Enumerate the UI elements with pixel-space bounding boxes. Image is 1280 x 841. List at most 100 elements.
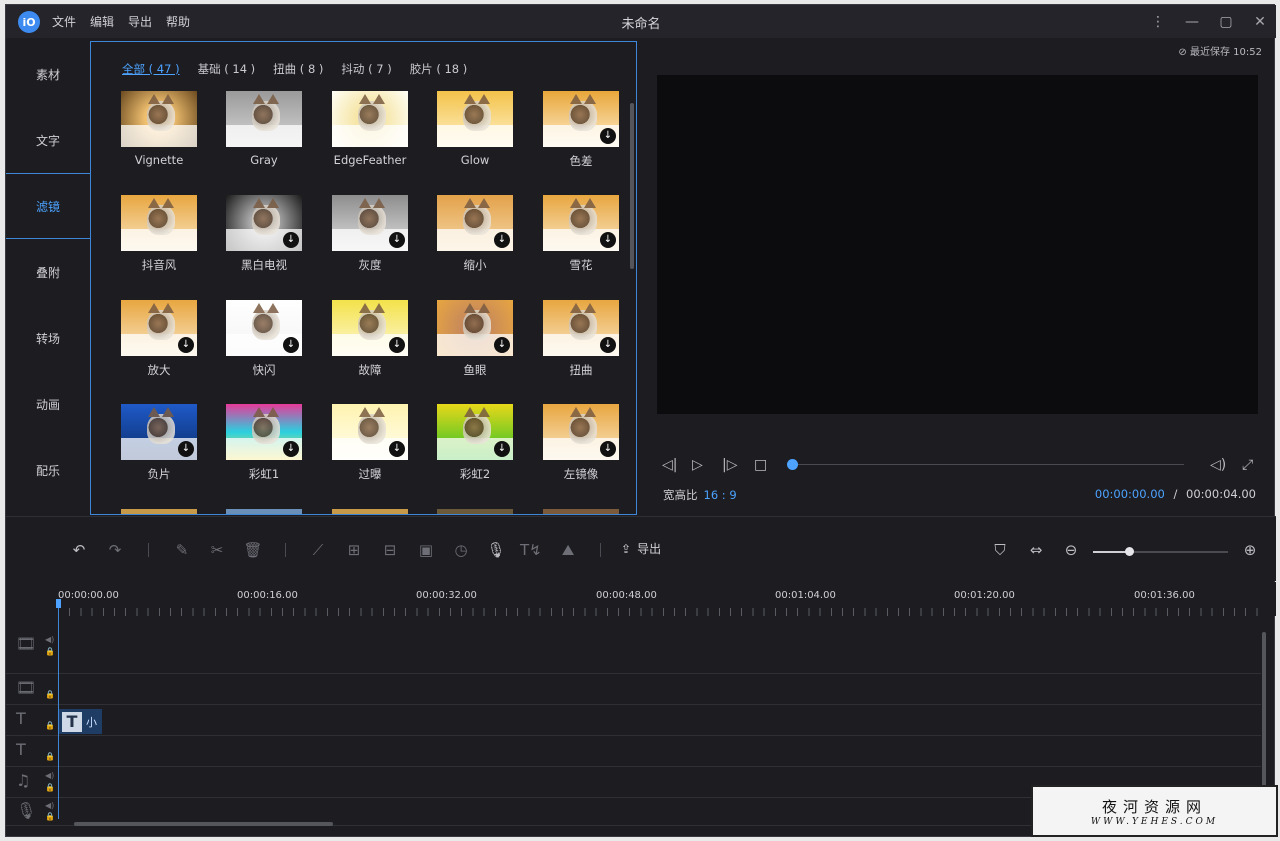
crop-icon[interactable]: ⟋ <box>308 541 328 559</box>
next-frame-icon[interactable]: |▷ <box>722 455 737 475</box>
filter-item[interactable]: ↓ 负片 <box>121 404 197 482</box>
minimize-icon[interactable]: — <box>1184 14 1200 30</box>
filter-item[interactable]: ↓ 灰度 <box>332 195 408 273</box>
filter-item[interactable]: ↓ 左镜像 <box>543 404 619 482</box>
undo-icon[interactable]: ↶ <box>69 541 89 559</box>
fit-width-icon[interactable]: ⇔ <box>1026 541 1046 559</box>
filter-category-tab[interactable]: 抖动 ( 7 ) <box>341 61 391 77</box>
lock-icon[interactable]: 🔒 <box>45 783 55 793</box>
download-icon[interactable]: ↓ <box>389 232 405 248</box>
video-track-overlay[interactable]: 🎞 🔒 <box>6 674 1261 705</box>
menu-export[interactable]: 导出 <box>128 13 152 30</box>
fullscreen-icon[interactable]: ⤢ <box>1242 455 1253 475</box>
filter-category-tab[interactable]: 基础 ( 14 ) <box>198 61 256 77</box>
zoom-in-icon[interactable]: ⊕ <box>1240 541 1260 559</box>
filter-item[interactable]: EdgeFeather <box>332 91 408 167</box>
filter-item[interactable]: ↓ 黑白电视 <box>226 195 302 273</box>
microphone-icon[interactable]: 🎙 <box>486 541 506 559</box>
play-icon[interactable]: ▷ <box>692 455 703 475</box>
lock-icon[interactable]: 🔒 <box>45 812 55 822</box>
playhead-handle[interactable] <box>56 599 61 608</box>
filter-item[interactable]: ↓ 色差 <box>543 91 619 169</box>
sidebar-item-0[interactable]: 素材 <box>6 41 90 107</box>
lock-icon[interactable]: 🔒 <box>45 721 55 731</box>
timeline-ruler[interactable]: 00:00:00.00 00:00:16.00 00:00:32.00 00:00:4… <box>6 582 1276 616</box>
timeline-horizontal-scrollbar[interactable] <box>74 822 333 826</box>
sidebar-item-6[interactable]: 配乐 <box>6 437 90 503</box>
export-button[interactable]: ⇪ 导出 <box>621 540 661 557</box>
download-icon[interactable]: ↓ <box>283 441 299 457</box>
filter-category-tab[interactable]: 全部 ( 47 ) <box>122 61 180 77</box>
download-icon[interactable]: ↓ <box>494 441 510 457</box>
speed-icon[interactable]: ◷ <box>451 541 471 559</box>
filter-item-partial[interactable] <box>437 509 513 514</box>
filter-item[interactable]: Glow <box>437 91 513 167</box>
text-to-speech-icon[interactable]: T↯ <box>520 541 542 559</box>
split-icon[interactable]: ⊟ <box>380 541 400 559</box>
filter-item[interactable]: ↓ 鱼眼 <box>437 300 513 378</box>
filter-item[interactable]: ↓ 扭曲 <box>543 300 619 378</box>
sidebar-item-3[interactable]: 叠附 <box>6 239 90 305</box>
download-icon[interactable]: ↓ <box>178 441 194 457</box>
menu-help[interactable]: 帮助 <box>166 13 190 30</box>
menu-file[interactable]: 文件 <box>52 13 76 30</box>
delete-icon[interactable]: 🗑 <box>243 541 263 559</box>
text-track-2[interactable]: T 🔒 <box>6 736 1261 767</box>
more-vertical-icon[interactable]: ⋮ <box>1150 14 1166 30</box>
download-icon[interactable]: ↓ <box>389 337 405 353</box>
filter-item[interactable]: ↓ 快闪 <box>226 300 302 378</box>
download-icon[interactable]: ↓ <box>600 128 616 144</box>
filter-item[interactable]: ↓ 放大 <box>121 300 197 378</box>
filter-category-tab[interactable]: 胶片 ( 18 ) <box>410 61 468 77</box>
redo-icon[interactable]: ↷ <box>105 541 125 559</box>
filter-item[interactable]: Vignette <box>121 91 197 167</box>
filter-category-tab[interactable]: 扭曲 ( 8 ) <box>273 61 323 77</box>
sidebar-item-2[interactable]: 滤镜 <box>6 173 90 239</box>
cut-icon[interactable]: ✂ <box>207 541 227 559</box>
zoom-out-icon[interactable]: ⊖ <box>1061 541 1081 559</box>
playhead[interactable] <box>58 601 59 819</box>
image-icon[interactable]: ⛰ <box>558 541 578 559</box>
download-icon[interactable]: ↓ <box>600 337 616 353</box>
freeze-frame-icon[interactable]: ▣ <box>416 541 436 559</box>
filter-scrollbar[interactable] <box>630 103 634 269</box>
close-icon[interactable]: ✕ <box>1252 14 1268 30</box>
zoom-slider-handle[interactable] <box>1125 547 1134 556</box>
download-icon[interactable]: ↓ <box>494 337 510 353</box>
download-icon[interactable]: ↓ <box>600 441 616 457</box>
lock-icon[interactable]: 🔒 <box>45 690 55 700</box>
sidebar-item-1[interactable]: 文字 <box>6 107 90 173</box>
download-icon[interactable]: ↓ <box>494 232 510 248</box>
text-clip[interactable]: T 小 <box>59 709 102 734</box>
filter-item-partial[interactable] <box>543 509 619 514</box>
aspect-ratio-value[interactable]: 16 : 9 <box>704 488 737 502</box>
download-icon[interactable]: ↓ <box>600 232 616 248</box>
prev-frame-icon[interactable]: ◁| <box>662 455 677 475</box>
sidebar-item-5[interactable]: 动画 <box>6 371 90 437</box>
download-icon[interactable]: ↓ <box>178 337 194 353</box>
mute-icon[interactable]: ◀) <box>45 771 54 781</box>
maximize-icon[interactable]: ▢ <box>1218 14 1234 30</box>
video-track-main[interactable]: 🎞 ◀) 🔒 <box>6 616 1261 674</box>
filter-item[interactable]: 抖音风 <box>121 195 197 273</box>
seek-bar[interactable] <box>791 464 1184 465</box>
download-icon[interactable]: ↓ <box>283 232 299 248</box>
volume-icon[interactable]: ◁) <box>1210 455 1226 475</box>
filter-item[interactable]: Gray <box>226 91 302 167</box>
download-icon[interactable]: ↓ <box>389 441 405 457</box>
edit-icon[interactable]: ✎ <box>172 541 192 559</box>
filter-item-partial[interactable] <box>332 509 408 514</box>
download-icon[interactable]: ↓ <box>283 337 299 353</box>
mute-icon[interactable]: ◀) <box>45 801 54 811</box>
seek-handle[interactable] <box>787 459 798 470</box>
filter-item[interactable]: ↓ 彩虹1 <box>226 404 302 482</box>
filter-item[interactable]: ↓ 故障 <box>332 300 408 378</box>
filter-item[interactable]: ↓ 彩虹2 <box>437 404 513 482</box>
stop-icon[interactable]: □ <box>754 455 767 475</box>
filter-item[interactable]: ↓ 缩小 <box>437 195 513 273</box>
sidebar-item-4[interactable]: 转场 <box>6 305 90 371</box>
mute-icon[interactable]: ◀) <box>45 635 54 645</box>
marker-icon[interactable]: ⛉ <box>990 541 1010 559</box>
menu-edit[interactable]: 编辑 <box>90 13 114 30</box>
filter-item-partial[interactable] <box>226 509 302 514</box>
